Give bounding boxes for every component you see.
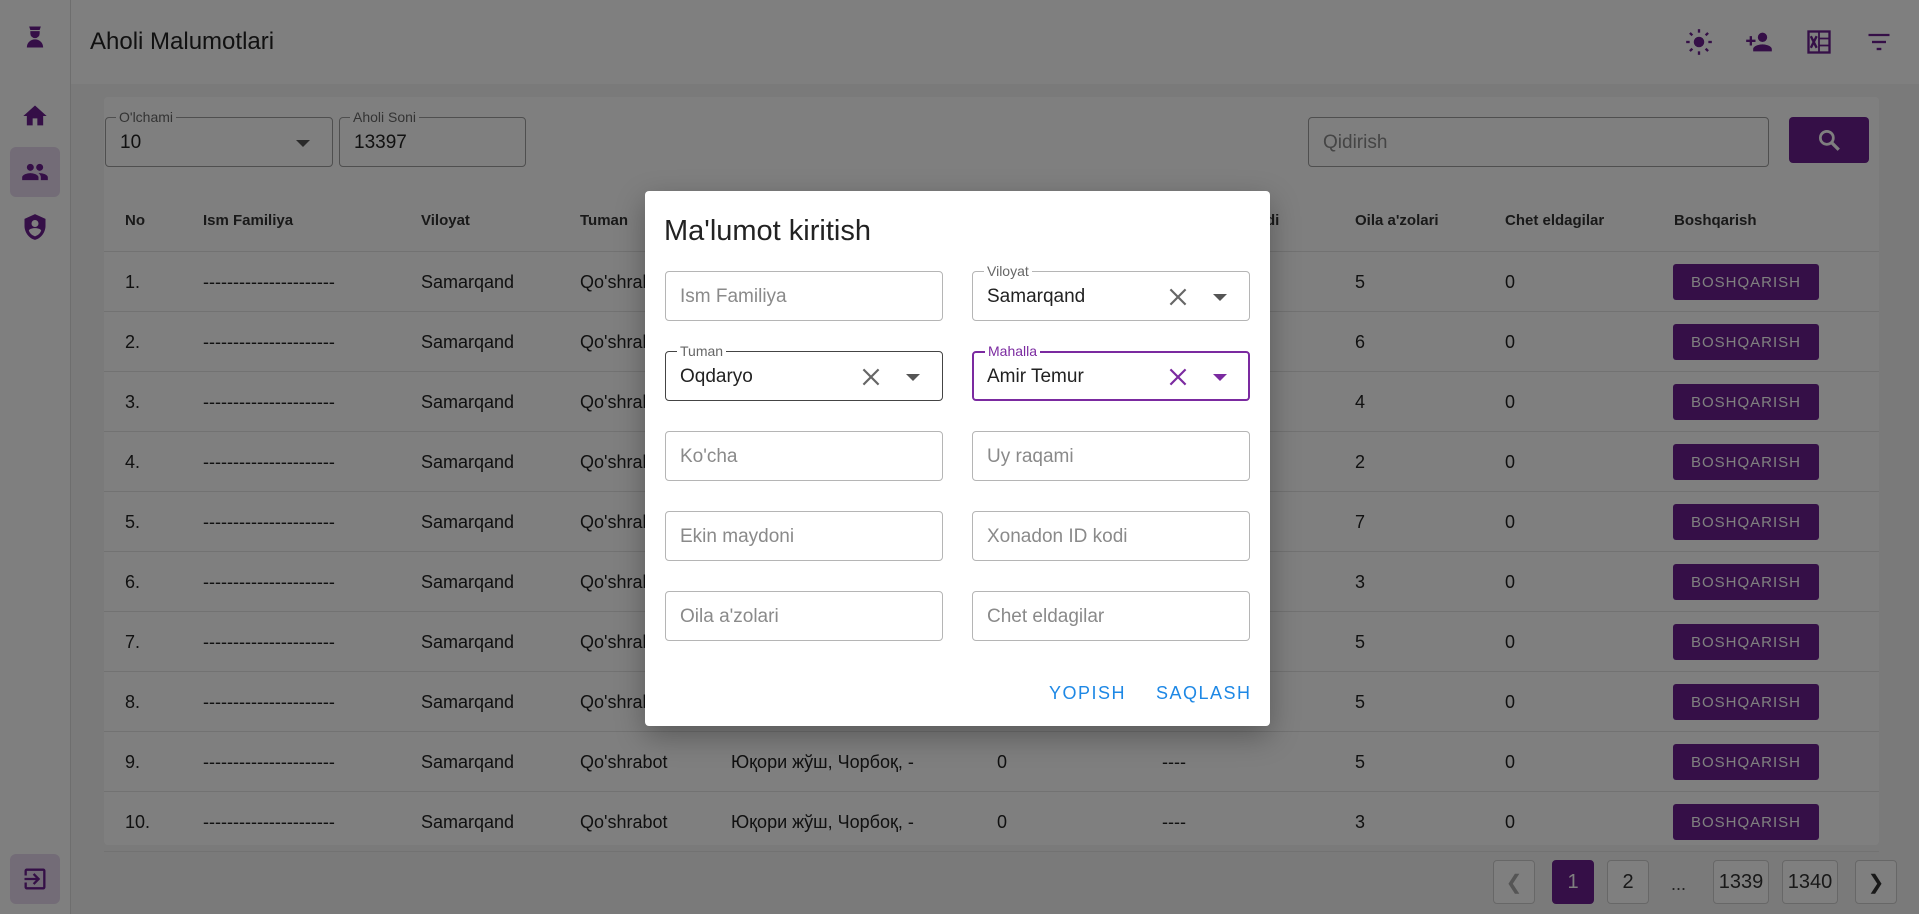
close-button[interactable]: YOPISH	[1049, 683, 1126, 704]
clear-icon[interactable]	[1165, 284, 1191, 310]
tuman-select[interactable]: Tuman Oqdaryo	[665, 343, 943, 401]
tuman-value: Oqdaryo	[680, 366, 753, 387]
chevron-down-icon[interactable]	[1213, 294, 1227, 301]
viloyat-select[interactable]: Viloyat Samarqand	[972, 263, 1250, 321]
uy-raqami-field[interactable]: Uy raqami	[972, 431, 1250, 481]
kocha-field[interactable]: Ko'cha	[665, 431, 943, 481]
ism-familiya-field[interactable]: Ism Familiya	[665, 271, 943, 321]
xonadon-id-placeholder: Xonadon ID kodi	[987, 526, 1128, 547]
save-button[interactable]: SAQLASH	[1156, 683, 1252, 704]
chevron-down-icon[interactable]	[1213, 374, 1227, 381]
oila-azolari-placeholder: Oila a'zolari	[680, 606, 779, 627]
tuman-label: Tuman	[677, 343, 727, 359]
chet-eldagilar-field[interactable]: Chet eldagilar	[972, 591, 1250, 641]
viloyat-value: Samarqand	[987, 286, 1086, 307]
mahalla-value: Amir Temur	[987, 366, 1084, 387]
clear-icon[interactable]	[1165, 364, 1191, 390]
uy-raqami-placeholder: Uy raqami	[987, 446, 1074, 467]
mahalla-select[interactable]: Mahalla Amir Temur	[972, 343, 1250, 401]
mahalla-label: Mahalla	[985, 343, 1041, 359]
ekin-maydoni-field[interactable]: Ekin maydoni	[665, 511, 943, 561]
oila-azolari-field[interactable]: Oila a'zolari	[665, 591, 943, 641]
data-entry-dialog: Ma'lumot kiritish Ism Familiya Viloyat S…	[645, 191, 1270, 726]
xonadon-id-field[interactable]: Xonadon ID kodi	[972, 511, 1250, 561]
dialog-title: Ma'lumot kiritish	[664, 215, 871, 247]
viloyat-label: Viloyat	[984, 263, 1032, 279]
kocha-placeholder: Ko'cha	[680, 446, 738, 467]
chevron-down-icon[interactable]	[906, 374, 920, 381]
chet-eldagilar-placeholder: Chet eldagilar	[987, 606, 1105, 627]
ekin-maydoni-placeholder: Ekin maydoni	[680, 526, 795, 547]
ism-familiya-placeholder: Ism Familiya	[680, 286, 787, 307]
clear-icon[interactable]	[858, 364, 884, 390]
